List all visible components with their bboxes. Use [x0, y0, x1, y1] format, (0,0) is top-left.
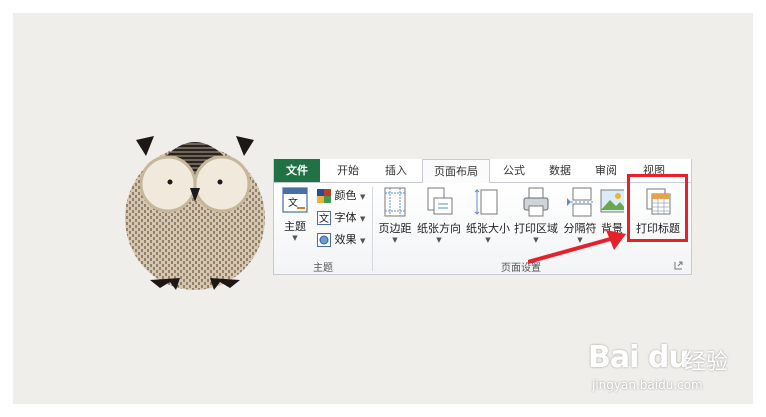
owl-illustration	[125, 136, 265, 290]
tab-file[interactable]: 文件	[274, 159, 320, 182]
watermark-brand: 经验	[684, 350, 729, 375]
svg-text:文: 文	[288, 196, 298, 209]
effects-icon	[317, 233, 331, 247]
tab-insert[interactable]: 插入	[374, 159, 418, 182]
margins-icon	[384, 187, 406, 217]
effects-button[interactable]: 效果 ▼	[317, 231, 365, 249]
colors-icon	[317, 189, 331, 203]
orientation-icon	[427, 187, 453, 215]
margins-button[interactable]: 页边距 ▼	[376, 186, 414, 256]
fonts-icon: 文	[317, 211, 331, 225]
chevron-down-icon: ▼	[485, 236, 491, 244]
tab-data[interactable]: 数据	[540, 159, 580, 182]
size-label: 纸张大小	[466, 222, 510, 235]
print-area-icon	[523, 187, 549, 217]
orientation-button[interactable]: 纸张方向 ▼	[414, 186, 464, 256]
chevron-down-icon: ▼	[292, 234, 298, 242]
tab-formulas[interactable]: 公式	[494, 159, 534, 182]
colors-label: 颜色	[334, 189, 357, 202]
margins-label: 页边距	[378, 222, 412, 235]
fonts-button[interactable]: 文 字体 ▼	[317, 209, 365, 227]
tab-review[interactable]: 审阅	[586, 159, 626, 182]
chevron-down-icon: ▼	[360, 215, 366, 223]
chevron-down-icon: ▼	[360, 193, 366, 201]
dialog-launcher-icon[interactable]	[674, 261, 683, 270]
orientation-label: 纸张方向	[417, 222, 461, 235]
tab-home[interactable]: 开始	[326, 159, 370, 182]
size-button[interactable]: 纸张大小 ▼	[464, 186, 512, 256]
chevron-down-icon: ▼	[392, 236, 398, 244]
red-arrow-annotation	[528, 230, 626, 264]
fonts-label: 字体	[334, 211, 357, 224]
watermark-url: jingyan.baidu.com	[592, 378, 703, 392]
themes-icon: 文	[282, 187, 308, 213]
print-titles-highlight-box	[627, 174, 688, 242]
themes-group-label: 主题	[313, 263, 333, 274]
chevron-down-icon: ▼	[436, 236, 442, 244]
effects-label: 效果	[334, 233, 357, 246]
colors-button[interactable]: 颜色 ▼	[317, 187, 365, 205]
chevron-down-icon: ▼	[360, 237, 366, 245]
tab-page-layout[interactable]: 页面布局	[422, 159, 490, 184]
paper-size-icon	[474, 189, 498, 215]
svg-text:文: 文	[319, 212, 329, 225]
baidu-jingyan-watermark: Bai du 经验 jingyan.baidu.com	[588, 340, 748, 396]
background-icon	[600, 189, 624, 213]
watermark-logo: Bai du	[588, 340, 690, 375]
themes-label: 主题	[284, 220, 306, 233]
themes-button[interactable]: 文 主题 ▼	[278, 186, 312, 256]
breaks-icon	[567, 187, 593, 217]
